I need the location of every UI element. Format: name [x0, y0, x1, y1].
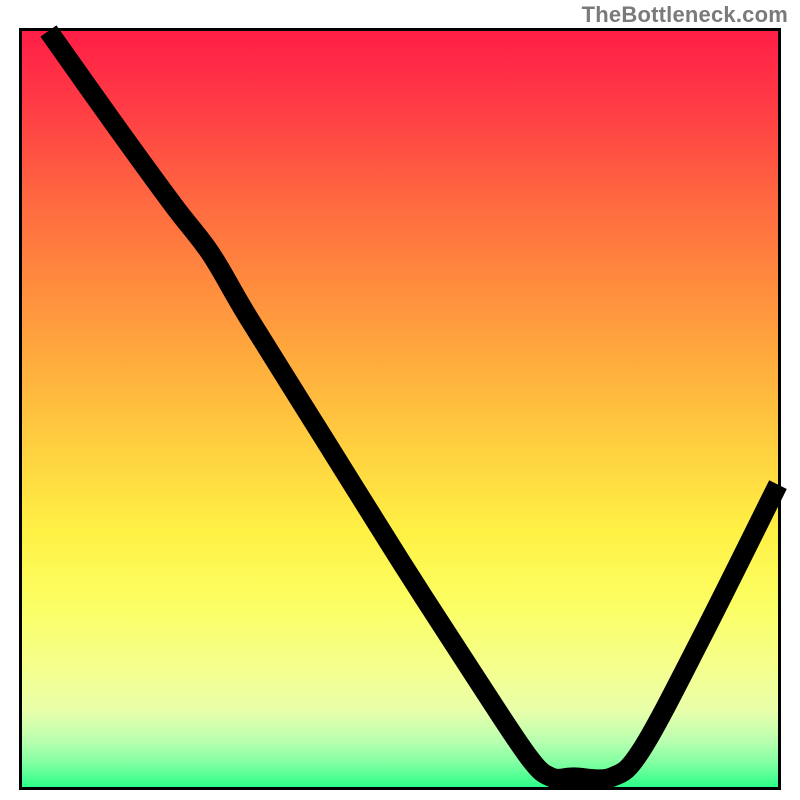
curve-path [48, 31, 778, 779]
watermark-text: TheBottleneck.com [582, 2, 788, 28]
bottleneck-curve [22, 31, 778, 787]
chart-frame [19, 28, 781, 790]
